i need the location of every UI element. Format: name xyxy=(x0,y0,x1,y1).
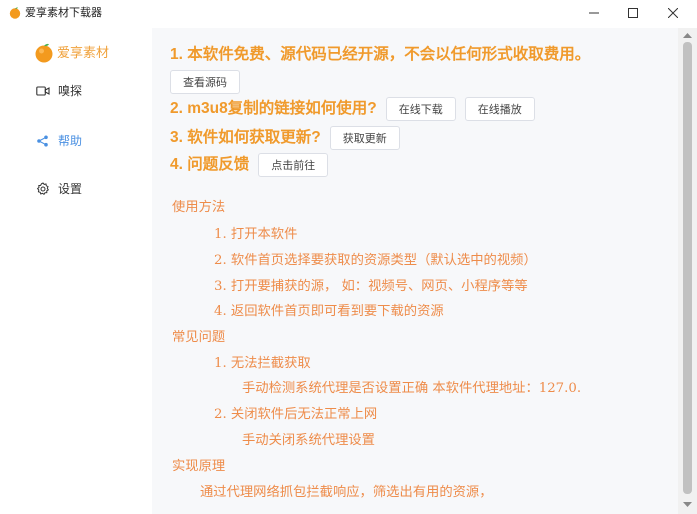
faq-heading-3: 3. 软件如何获取更新? 获取更新 xyxy=(170,126,400,150)
feedback-button[interactable]: 点击前往 xyxy=(258,153,329,177)
faq-title: 常见问题 xyxy=(172,330,226,345)
usage-step: 3. 打开要捕获的源， 如：视频号、网页、小程序等等 xyxy=(214,279,528,294)
faq-heading-text: 1. 本软件免费、源代码已经开源，不会以任何形式收取费用。 xyxy=(170,46,591,63)
close-icon xyxy=(668,8,678,18)
minimize-icon xyxy=(589,12,599,14)
online-download-button[interactable]: 在线下载 xyxy=(385,97,456,121)
scroll-thumb[interactable] xyxy=(683,42,692,494)
usage-title: 使用方法 xyxy=(172,200,226,215)
minimize-button[interactable] xyxy=(574,1,614,25)
close-button[interactable] xyxy=(653,1,693,25)
title-bar: 爱享素材下载器 xyxy=(0,0,697,28)
online-play-button[interactable]: 在线播放 xyxy=(464,97,535,121)
sidebar: 爱享素材 嗅探 帮助 设置 xyxy=(0,28,152,514)
brand-logo-icon xyxy=(35,43,53,63)
window-title: 爱享素材下载器 xyxy=(25,7,102,19)
faq-heading-1: 1. 本软件免费、源代码已经开源，不会以任何形式收取费用。 xyxy=(170,45,590,65)
view-source-button[interactable]: 查看源码 xyxy=(170,70,240,94)
scroll-up-arrow-icon[interactable] xyxy=(683,32,692,38)
brand: 爱享素材 xyxy=(34,43,109,63)
faq-heading-text: 3. 软件如何获取更新? xyxy=(170,129,321,146)
usage-step: 2. 软件首页选择要获取的资源类型（默认选中的视频） xyxy=(214,253,537,268)
help-content: 1. 本软件免费、源代码已经开源，不会以任何形式收取费用。 查看源码 2. m3… xyxy=(152,28,678,514)
sidebar-item-settings[interactable]: 设置 xyxy=(36,180,82,197)
principle-text: 通过代理网络抓包拦截响应，筛选出有用的资源， xyxy=(200,485,493,500)
faq-question: 2. 关闭软件后无法正常上网 xyxy=(214,407,378,422)
sidebar-item-label: 设置 xyxy=(58,182,83,196)
maximize-button[interactable] xyxy=(613,1,653,25)
faq-answer: 手动检测系统代理是否设置正确 本软件代理地址：127.0. xyxy=(242,381,582,396)
sidebar-item-label: 帮助 xyxy=(58,134,83,148)
vertical-scrollbar[interactable] xyxy=(678,28,697,514)
usage-step: 1. 打开本软件 xyxy=(214,227,298,242)
get-update-button[interactable]: 获取更新 xyxy=(329,126,400,150)
app-logo-icon xyxy=(9,7,21,19)
faq-heading-text: 4. 问题反馈 xyxy=(170,156,250,173)
faq-answer: 手动关闭系统代理设置 xyxy=(242,433,375,448)
sidebar-item-label: 嗅探 xyxy=(58,84,83,98)
sidebar-item-help[interactable]: 帮助 xyxy=(36,132,82,149)
principle-title: 实现原理 xyxy=(172,459,226,474)
faq-heading-text: 2. m3u8复制的链接如何使用? xyxy=(170,100,377,117)
share-icon xyxy=(37,135,48,146)
maximize-icon xyxy=(628,8,638,18)
gear-icon xyxy=(36,181,49,195)
brand-name: 爱享素材 xyxy=(57,45,110,60)
usage-step: 4. 返回软件首页即可看到要下载的资源 xyxy=(214,304,444,319)
faq-heading-4: 4. 问题反馈 点击前往 xyxy=(170,153,329,177)
faq-question: 1. 无法拦截获取 xyxy=(214,356,311,371)
sidebar-item-sniff[interactable]: 嗅探 xyxy=(36,82,82,99)
faq-heading-2: 2. m3u8复制的链接如何使用? 在线下载 在线播放 xyxy=(170,97,535,121)
scroll-down-arrow-icon[interactable] xyxy=(683,502,692,508)
video-camera-icon xyxy=(36,85,50,96)
